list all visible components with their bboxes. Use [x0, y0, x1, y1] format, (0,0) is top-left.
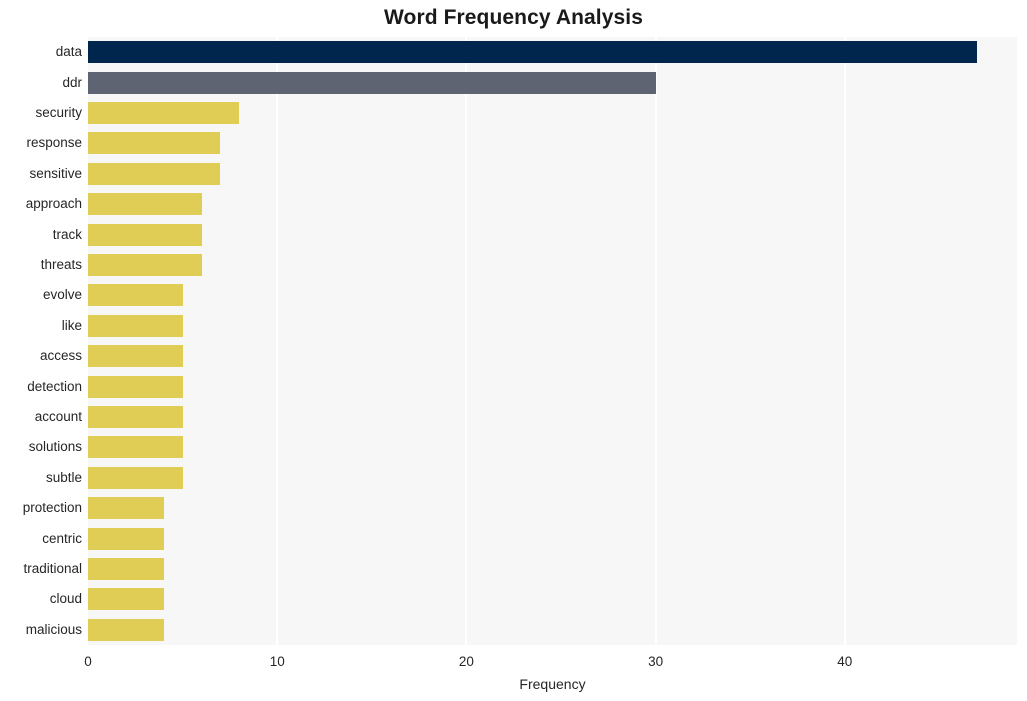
- bar-row[interactable]: [88, 284, 1017, 307]
- y-tick-label-subtle: subtle: [45, 469, 82, 485]
- bar-subtle[interactable]: [88, 466, 183, 489]
- bar-row[interactable]: [88, 254, 1017, 276]
- x-tick-label-20: 20: [458, 654, 474, 669]
- bar-row[interactable]: [88, 193, 1017, 216]
- y-tick-label-traditional: traditional: [23, 561, 82, 576]
- bar-row[interactable]: [88, 618, 1017, 641]
- bar-evolve[interactable]: [88, 284, 183, 307]
- bar-protection[interactable]: [88, 497, 164, 520]
- bar-row[interactable]: [88, 466, 1017, 489]
- y-tick-label-track: track: [52, 226, 82, 242]
- bar-track[interactable]: [88, 223, 202, 246]
- y-tick-label-centric: centric: [42, 530, 82, 546]
- bar-row[interactable]: [88, 162, 1017, 185]
- bar-row[interactable]: [88, 588, 1017, 611]
- x-tick-label-30: 30: [648, 654, 664, 669]
- y-tick-label-approach: approach: [25, 196, 82, 212]
- y-tick-label-threats: threats: [40, 257, 82, 272]
- bar-approach[interactable]: [88, 193, 202, 216]
- x-tick-label-0: 0: [84, 654, 92, 669]
- y-tick-label-solutions: solutions: [28, 439, 82, 455]
- bars-container: [88, 37, 1017, 645]
- y-tick-label-evolve: evolve: [42, 287, 82, 303]
- bar-row[interactable]: [88, 375, 1017, 398]
- bar-row[interactable]: [88, 71, 1017, 94]
- bar-row[interactable]: [88, 223, 1017, 246]
- word-frequency-chart: Word Frequency Analysis data ddr security r…: [0, 0, 1027, 701]
- bar-account[interactable]: [88, 406, 183, 428]
- y-tick-label-security: security: [35, 105, 82, 120]
- x-axis: 0 10 20 30 40 Frequency: [0, 645, 1027, 701]
- bar-like[interactable]: [88, 314, 183, 337]
- y-tick-label-response: response: [26, 135, 82, 151]
- bar-centric[interactable]: [88, 527, 164, 550]
- y-tick-label-detection: detection: [27, 378, 82, 394]
- bar-row[interactable]: [88, 558, 1017, 580]
- bar-sensitive[interactable]: [88, 162, 221, 185]
- bar-row[interactable]: [88, 132, 1017, 155]
- bar-threats[interactable]: [88, 254, 202, 276]
- bar-detection[interactable]: [88, 375, 183, 398]
- bar-response[interactable]: [88, 132, 221, 155]
- y-tick-label-data: data: [55, 44, 82, 60]
- bar-row[interactable]: [88, 406, 1017, 428]
- bar-row[interactable]: [88, 345, 1017, 368]
- y-tick-label-protection: protection: [22, 500, 82, 516]
- bar-row[interactable]: [88, 436, 1017, 459]
- bar-traditional[interactable]: [88, 558, 164, 580]
- x-tick-label-40: 40: [837, 654, 853, 669]
- bar-malicious[interactable]: [88, 618, 164, 641]
- bar-access[interactable]: [88, 345, 183, 368]
- bar-row[interactable]: [88, 102, 1017, 124]
- bar-row[interactable]: [88, 497, 1017, 520]
- y-tick-label-like: like: [61, 317, 82, 333]
- bar-cloud[interactable]: [88, 588, 164, 611]
- bar-data[interactable]: [88, 41, 978, 64]
- y-axis-labels: data ddr security response sensitive approach…: [0, 37, 82, 645]
- bar-security[interactable]: [88, 102, 240, 124]
- bar-row[interactable]: [88, 41, 1017, 64]
- chart-title: Word Frequency Analysis: [383, 6, 644, 29]
- y-tick-label-malicious: malicious: [25, 621, 82, 637]
- y-tick-label-cloud: cloud: [49, 591, 82, 607]
- x-tick-label-10: 10: [269, 654, 285, 669]
- y-tick-label-ddr: ddr: [62, 74, 82, 90]
- bar-solutions[interactable]: [88, 436, 183, 459]
- bar-row[interactable]: [88, 314, 1017, 337]
- y-tick-label-sensitive: sensitive: [29, 165, 82, 181]
- plot-area: [88, 37, 1017, 645]
- y-tick-label-account: account: [34, 409, 82, 424]
- bar-ddr[interactable]: [88, 71, 656, 94]
- x-axis-title: Frequency: [519, 676, 586, 692]
- bar-row[interactable]: [88, 527, 1017, 550]
- y-tick-label-access: access: [39, 348, 82, 364]
